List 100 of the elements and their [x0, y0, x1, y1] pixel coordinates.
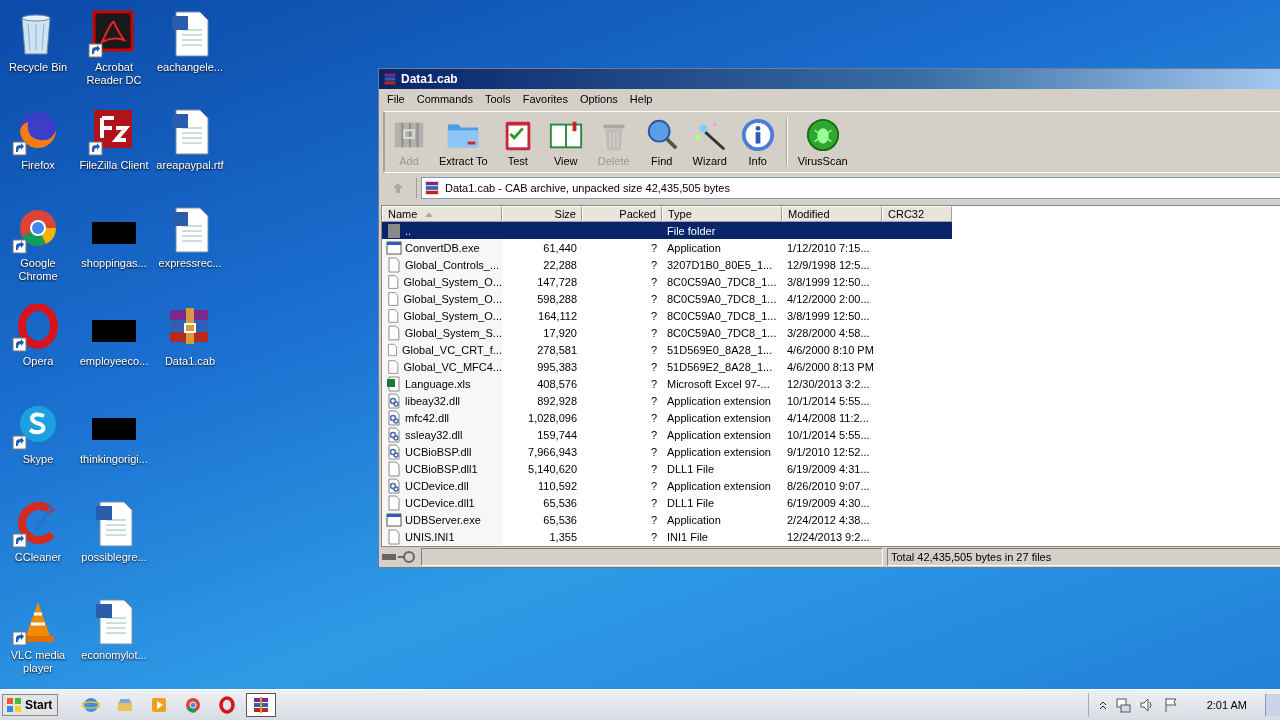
file-name: Global_System_S...	[404, 326, 502, 339]
toolbar-button[interactable]: Test	[493, 112, 542, 172]
play-icon	[150, 696, 169, 714]
clock[interactable]: 2:01 AM	[1192, 699, 1261, 711]
file-row[interactable]: Global_System_O... 147,728 ? 8C0C59A0_7DC8_1... 3/8/1999 12:50...	[382, 273, 952, 290]
file-row[interactable]: ssleay32.dll 159,744 ? Application extension 10/1/2014 5:55...	[382, 426, 952, 443]
file-row[interactable]: UNIS.INI1 1,355 ? INI1 File 12/24/2013 9:2...	[382, 528, 952, 545]
menu-item[interactable]: File	[381, 91, 411, 107]
file-row[interactable]: UCDevice.dll1 65,536 ? DLL1 File 6/19/2009 4:30...	[382, 494, 952, 511]
packed-cell: ?	[650, 326, 657, 339]
icon-label[interactable]: Firefox	[0, 159, 76, 172]
packed-cell: ?	[650, 258, 657, 271]
menu-item[interactable]: Commands	[410, 91, 479, 107]
toolbar-button[interactable]: Find	[637, 112, 686, 172]
e-globe-icon	[82, 696, 101, 714]
icon-label[interactable]: VLC media player	[0, 649, 76, 675]
chevron-up-icon[interactable]	[1098, 700, 1107, 710]
column-header[interactable]: Packed	[582, 206, 662, 222]
icon-label[interactable]: Skype	[0, 453, 76, 466]
type-cell: 51D569E0_8A28_1...	[667, 343, 773, 356]
menu-item[interactable]: Favorites	[516, 91, 574, 107]
column-header[interactable]: CRC32	[882, 206, 952, 222]
file-row[interactable]: ConvertDB.exe 61,440 ? Application 1/12/2010 7:15...	[382, 239, 952, 256]
file-name: UDBServer.exe	[405, 513, 481, 526]
ring-logo-icon	[218, 696, 237, 714]
size-cell: 995,383	[537, 360, 577, 373]
flag-icon[interactable]	[1162, 697, 1179, 713]
modified-cell: 6/19/2009 4:30...	[787, 496, 870, 509]
network-icon[interactable]	[1114, 697, 1131, 713]
file-name: UCDevice.dll1	[405, 496, 475, 509]
spreadsheet-icon	[386, 375, 402, 392]
icon-label[interactable]: areapaypal.rtf	[152, 159, 228, 172]
archive-books-icon	[252, 696, 271, 714]
status-text: Total 42,435,505 bytes in 27 files	[887, 548, 1280, 566]
toolbar-button[interactable]: Extract To	[433, 112, 494, 172]
icon-label[interactable]: Recycle Bin	[0, 61, 76, 74]
file-row[interactable]: Global_Controls_... 22,288 ? 3207D1B0_80E5_1... 12/9/1998 12:5...	[382, 256, 952, 273]
icon-label[interactable]: Google Chrome	[0, 257, 76, 283]
modified-cell: 8/26/2010 9:07...	[787, 479, 870, 492]
column-header[interactable]: Name	[382, 206, 502, 222]
file-name: mfc42.dll	[405, 411, 450, 424]
packed-cell: ?	[650, 309, 657, 322]
file-icon	[386, 256, 402, 273]
archive-books-icon	[424, 180, 440, 196]
size-cell: 65,536	[543, 496, 577, 509]
speaker-icon[interactable]	[1138, 697, 1155, 713]
type-cell: 8C0C59A0_7DC8_1...	[667, 292, 777, 305]
file-row[interactable]: UCBioBSP.dll 7,966,943 ? Application extension 9/1/2010 12:52...	[382, 443, 952, 460]
modified-cell: 10/1/2014 5:55...	[787, 428, 870, 441]
drive-and-key-icon	[381, 550, 417, 564]
file-row[interactable]: Global_System_O... 164,112 ? 8C0C59A0_7DC8_1... 3/8/1999 12:50...	[382, 307, 952, 324]
gear-file-icon	[386, 426, 402, 443]
toolbar-button[interactable]: Wizard	[685, 112, 734, 172]
type-cell: Application extension	[667, 445, 771, 458]
start-button[interactable]: Start	[2, 694, 59, 716]
file-row[interactable]: UDBServer.exe 65,536 ? Application 2/24/2012 4:38...	[382, 511, 952, 528]
file-row[interactable]: mfc42.dll 1,028,096 ? Application extension 4/14/2008 11:2...	[382, 409, 952, 426]
icon-label[interactable]: Data1.cab	[152, 355, 228, 368]
file-row[interactable]: Global_System_O... 598,288 ? 8C0C59A0_7DC8_1... 4/12/2000 2:00...	[382, 290, 952, 307]
menu-item[interactable]: Help	[623, 91, 659, 107]
modified-cell: 4/6/2000 8:13 PM	[787, 360, 874, 373]
program-window-icon	[386, 239, 402, 256]
toolbar-button[interactable]: Info	[733, 112, 782, 172]
column-header[interactable]: Type	[662, 206, 782, 222]
file-row[interactable]: Language.xls 408,576 ? Microsoft Excel 97-... 12/30/2013 3:2...	[382, 375, 952, 392]
file-row[interactable]: UCDevice.dll 110,592 ? Application extension 8/26/2010 9:07...	[382, 477, 952, 494]
toolbar-button[interactable]: VirusScan	[791, 112, 854, 172]
file-row[interactable]: Global_VC_MFC4... 995,383 ? 51D569E2_8A28_1... 4/6/2000 8:13 PM	[382, 358, 952, 375]
icon-label[interactable]: Acrobat Reader DC	[76, 61, 152, 87]
file-row[interactable]: UCBioBSP.dll1 5,140,620 ? DLL1 File 6/19/2009 4:31...	[382, 460, 952, 477]
toolbar-button[interactable]: View	[541, 112, 590, 172]
menu-item[interactable]: Options	[573, 91, 624, 107]
type-cell: 8C0C59A0_7DC8_1...	[667, 275, 777, 288]
window-title: Data1.cab	[401, 72, 458, 86]
icon-label[interactable]: Opera	[0, 355, 76, 368]
packed-cell: ?	[650, 411, 657, 424]
icon-label[interactable]: FileZilla Client	[76, 159, 152, 172]
icon-label[interactable]: shoppingas...	[76, 257, 152, 270]
packed-cell: ?	[650, 513, 657, 526]
file-name: Global_VC_CRT_f...	[401, 343, 502, 356]
menu-item[interactable]: Tools	[479, 91, 517, 107]
packed-cell: ?	[650, 275, 657, 288]
icon-label[interactable]: thinkingorigi...	[76, 453, 152, 466]
icon-label[interactable]: possiblegre...	[76, 551, 152, 564]
taskbar-button[interactable]	[246, 693, 277, 717]
modified-cell: 2/24/2012 4:38...	[787, 513, 870, 526]
column-header[interactable]: Size	[502, 206, 582, 222]
icon-label[interactable]: eachangele...	[152, 61, 228, 74]
file-row[interactable]: Global_System_S... 17,920 ? 8C0C59A0_7DC8_1... 3/28/2000 4:58...	[382, 324, 952, 341]
file-row[interactable]: .. File folder	[382, 222, 952, 239]
icon-label[interactable]: employeeco...	[76, 355, 152, 368]
icon-label[interactable]: expressrec...	[152, 257, 228, 270]
column-header[interactable]: Modified	[782, 206, 882, 222]
size-cell: 164,112	[538, 309, 577, 322]
modified-cell: 3/8/1999 12:50...	[787, 309, 870, 322]
file-row[interactable]: libeay32.dll 892,928 ? Application extension 10/1/2014 5:55...	[382, 392, 952, 409]
address-field[interactable]: Data1.cab - CAB archive, unpacked size 42,435,505 bytes	[421, 177, 1280, 199]
icon-label[interactable]: CCleaner	[0, 551, 76, 564]
size-cell: 159,744	[537, 428, 577, 441]
file-row[interactable]: Global_VC_CRT_f... 278,581 ? 51D569E0_8A28_1... 4/6/2000 8:10 PM	[382, 341, 952, 358]
